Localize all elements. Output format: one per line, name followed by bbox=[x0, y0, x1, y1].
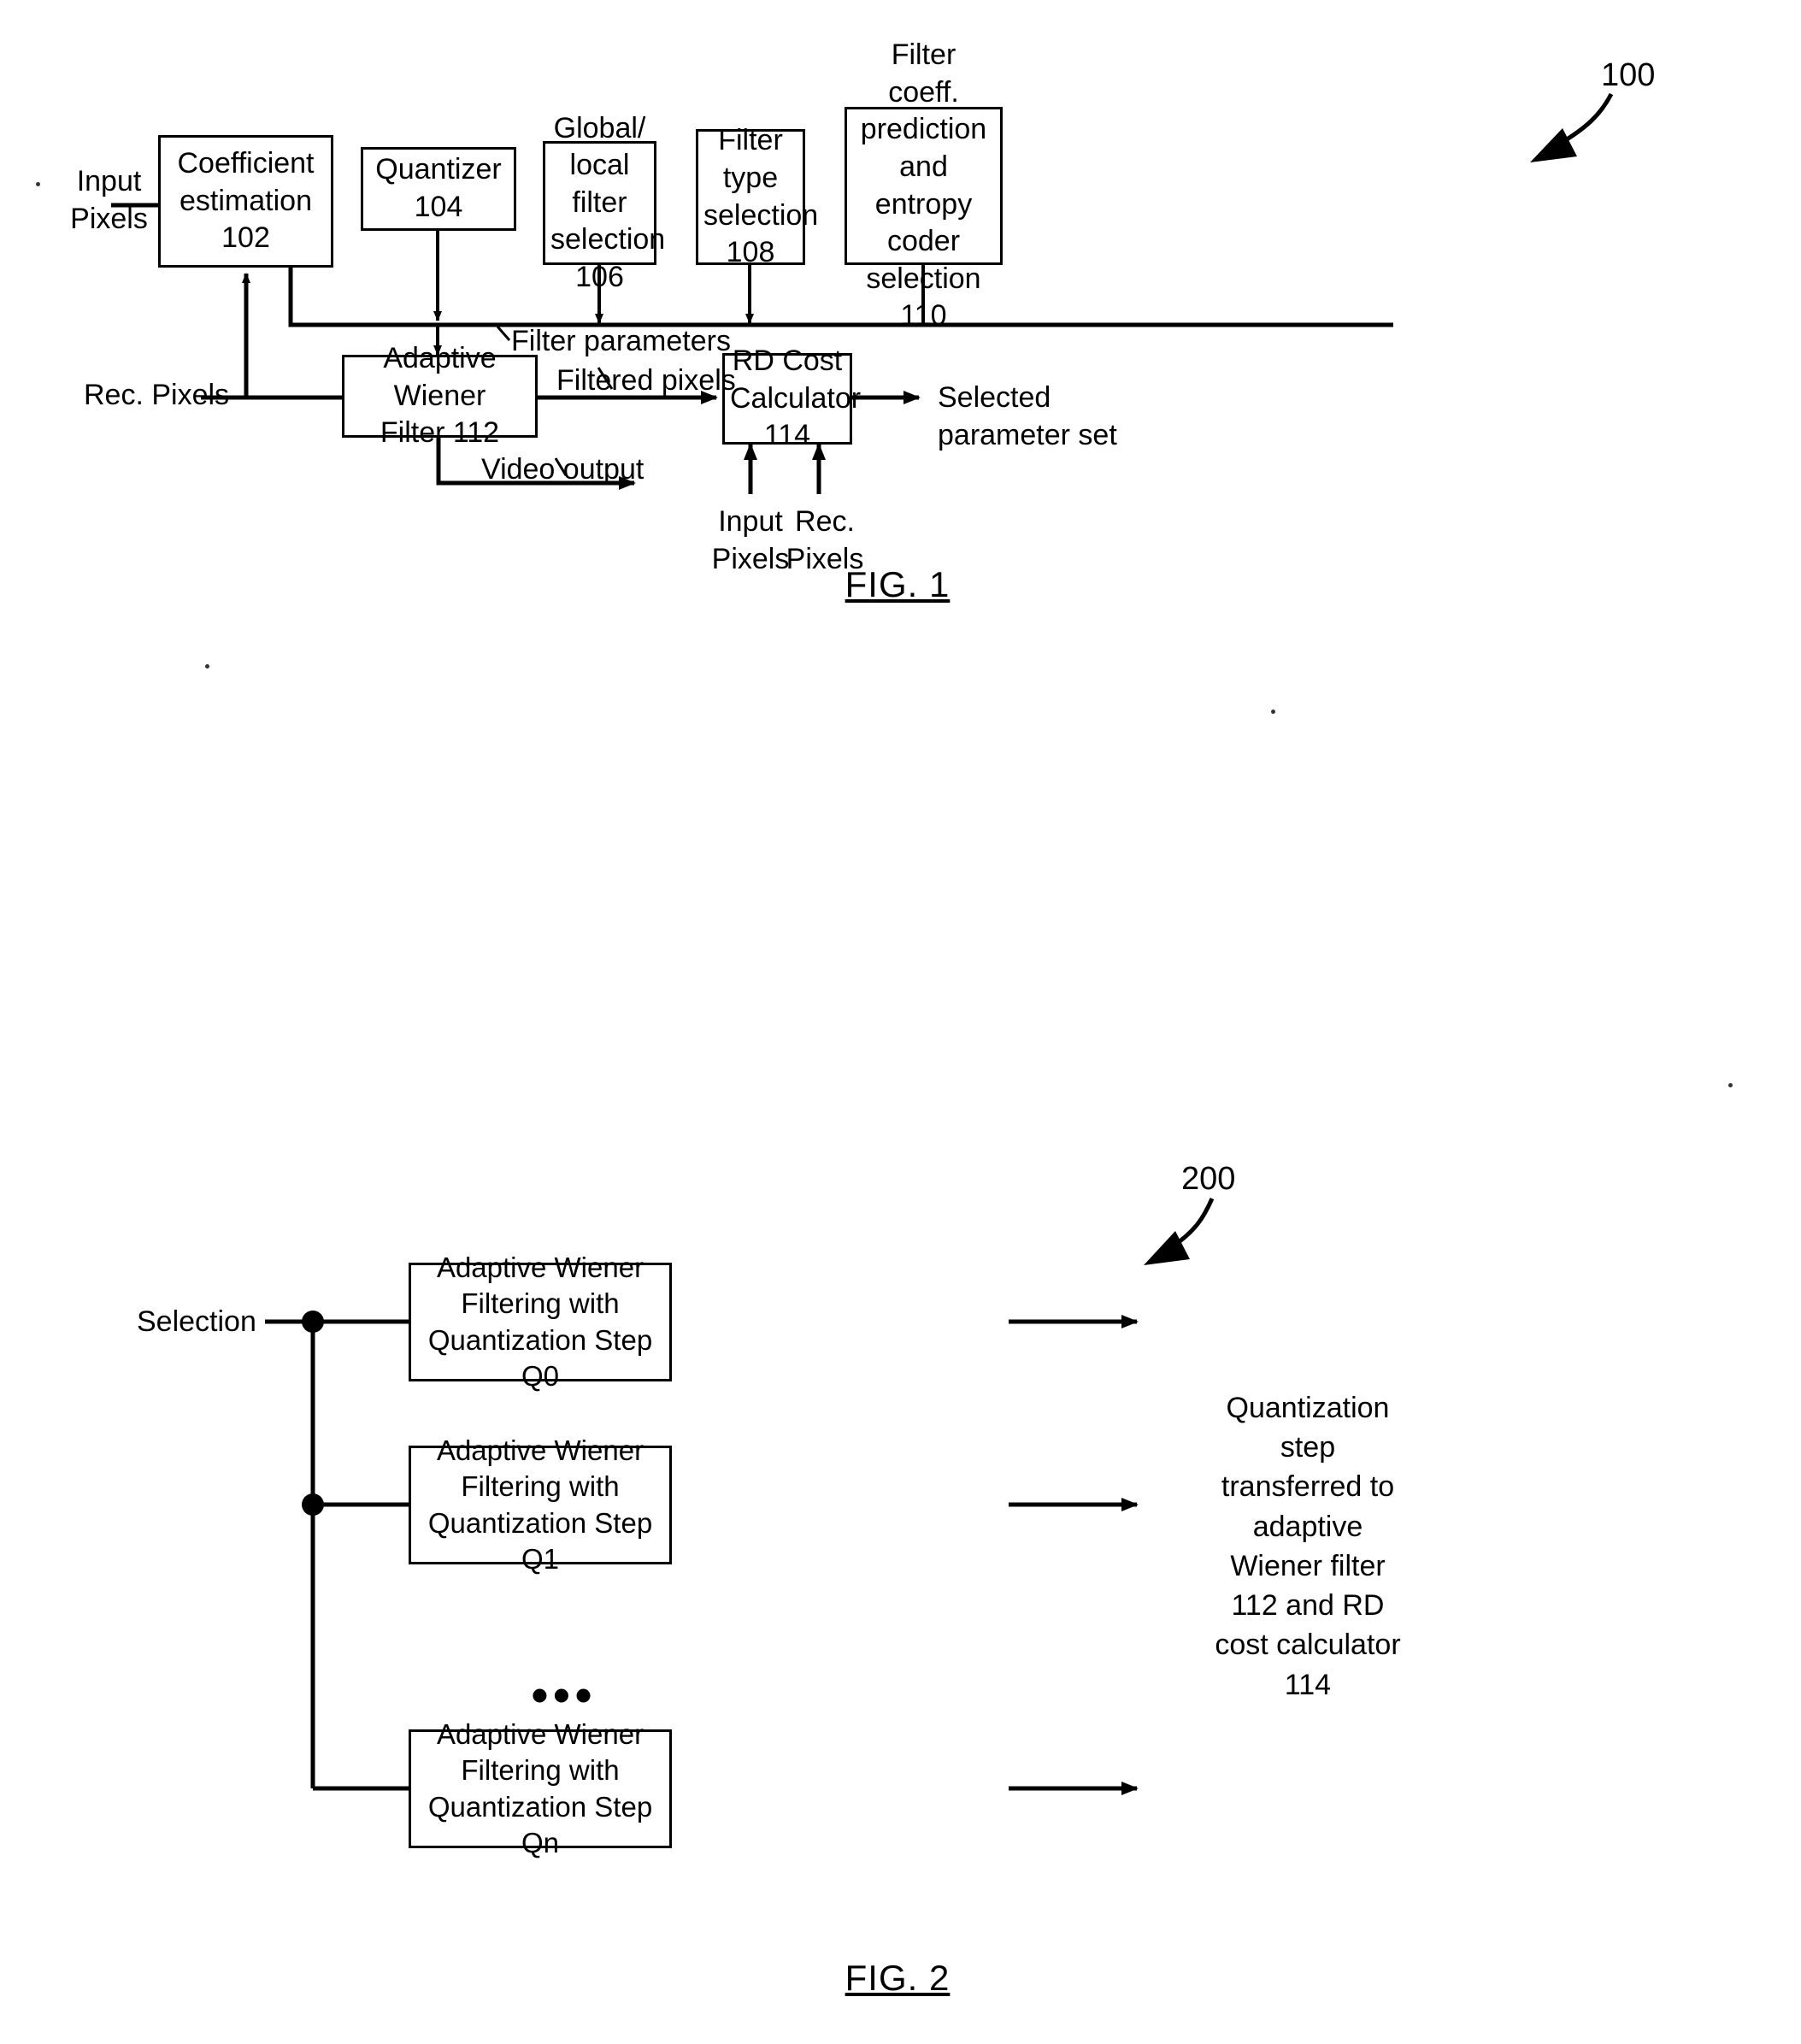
box-line: local filter bbox=[569, 149, 630, 219]
box-line: Quantization Step Qn bbox=[427, 1790, 653, 1858]
box-line: Filter 112 bbox=[380, 416, 500, 450]
box-line: selection 110 bbox=[866, 262, 981, 333]
box-line: and entropy bbox=[874, 150, 973, 221]
box-line: 106 bbox=[575, 260, 624, 293]
ref-number-200: 200 bbox=[1181, 1161, 1236, 1197]
box-line: Adaptive Wiener bbox=[383, 342, 497, 412]
box-line: 114 bbox=[763, 419, 811, 452]
label-filter-parameters: Filter parameters bbox=[511, 325, 731, 357]
scan-speck bbox=[1728, 1083, 1733, 1087]
box-line: Filtering with bbox=[461, 1754, 620, 1787]
box-quantizer[interactable]: Quantizer 104 bbox=[361, 147, 516, 231]
patent-drawing-page: Coefficient estimation 102 Quantizer 104… bbox=[0, 0, 1801, 2044]
box-line: Global/ bbox=[553, 111, 646, 144]
box-line: Adaptive Wiener bbox=[436, 1252, 644, 1284]
box-line: Coefficient bbox=[177, 147, 315, 180]
box-line: Filtering with bbox=[461, 1470, 620, 1503]
box-line: Filtering with bbox=[461, 1287, 620, 1320]
scan-speck bbox=[36, 182, 40, 186]
box-line: selection bbox=[550, 223, 666, 256]
label-selection: Selection bbox=[137, 1305, 256, 1338]
figure-caption-1: FIG. 1 bbox=[845, 564, 951, 604]
label-quantization-step-note: Quantization step transferred to adaptiv… bbox=[1215, 1392, 1401, 1701]
box-awf-qn[interactable]: Adaptive Wiener Filtering with Quantizat… bbox=[409, 1718, 672, 1858]
box-line: coder bbox=[886, 225, 961, 258]
box-coefficient-estimation[interactable]: Coefficient estimation 102 bbox=[158, 135, 333, 268]
box-awf-q0[interactable]: Adaptive Wiener Filtering with Quantizat… bbox=[409, 1252, 672, 1392]
box-filter-type-selection[interactable]: Filter type selection 108 bbox=[696, 124, 819, 268]
box-global-local-filter-selection[interactable]: Global/ local filter selection 106 bbox=[543, 112, 666, 293]
box-line: prediction bbox=[860, 113, 987, 146]
ref-number-100: 100 bbox=[1601, 57, 1656, 93]
scan-speck bbox=[205, 664, 209, 669]
box-line: Quantizer bbox=[375, 153, 502, 186]
box-line: Filter bbox=[718, 124, 783, 157]
box-line: 104 bbox=[414, 191, 463, 223]
label-rec-pixels-left: Rec. Pixels bbox=[84, 379, 230, 411]
scan-speck bbox=[1271, 710, 1275, 714]
box-line: Filter coeff. bbox=[888, 38, 959, 109]
box-line: Adaptive Wiener bbox=[436, 1434, 644, 1467]
label-input-pixels-top: Input Pixels bbox=[70, 165, 148, 236]
box-awf-q1[interactable]: Adaptive Wiener Filtering with Quantizat… bbox=[409, 1434, 672, 1575]
vertical-ellipsis: ••• bbox=[531, 1668, 597, 1722]
box-line: Quantization Step Q0 bbox=[427, 1323, 653, 1392]
box-line: Quantization Step Q1 bbox=[427, 1506, 653, 1575]
label-video-output: Video output bbox=[481, 453, 644, 486]
box-adaptive-wiener-filter[interactable]: Adaptive Wiener Filter 112 bbox=[342, 342, 538, 449]
box-line: selection bbox=[703, 198, 819, 232]
box-line: 108 bbox=[726, 236, 775, 269]
label-filtered-pixels: Filtered pixels bbox=[556, 364, 736, 397]
label-selected-parameter-set: Selected parameter set bbox=[938, 381, 1117, 452]
box-line: type bbox=[722, 161, 779, 194]
box-line: estimation 102 bbox=[180, 184, 312, 255]
box-filter-coeff-prediction-entropy-coder[interactable]: Filter coeff. prediction and entropy cod… bbox=[845, 38, 1003, 332]
box-line: Adaptive Wiener bbox=[436, 1718, 644, 1751]
figure-caption-2: FIG. 2 bbox=[845, 1958, 951, 1998]
